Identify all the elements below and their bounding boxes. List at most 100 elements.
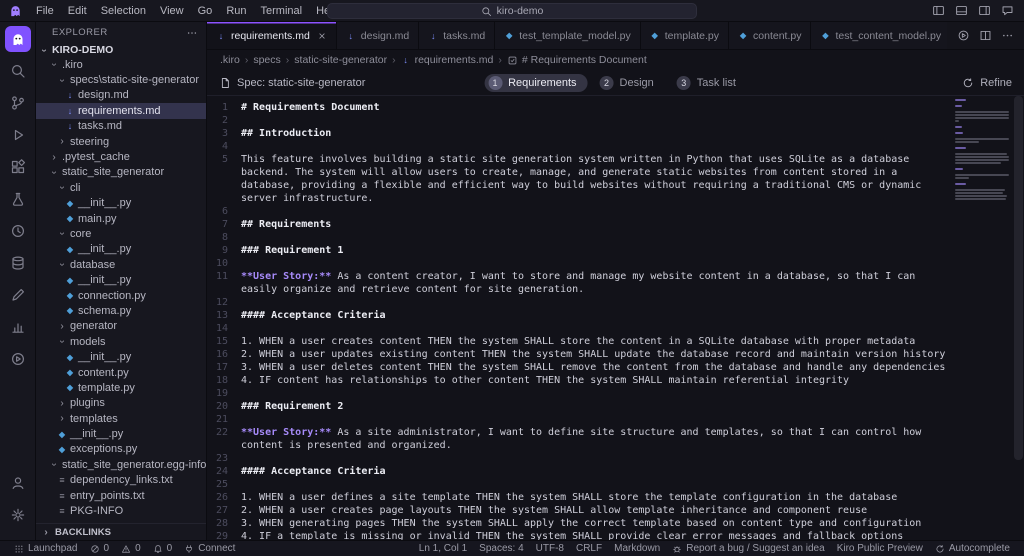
tree-item-entry-points-txt[interactable]: ≡ entry_points.txt bbox=[36, 488, 206, 503]
tree-item-init-py[interactable]: ◆ __init__.py bbox=[36, 196, 206, 211]
status-item-utf-8[interactable]: UTF-8 bbox=[530, 543, 570, 554]
tree-item-exceptions-py[interactable]: ◆ exceptions.py bbox=[36, 442, 206, 457]
status-item-crlf[interactable]: CRLF bbox=[570, 543, 608, 554]
spec-step-design[interactable]: 2 Design bbox=[596, 74, 665, 92]
vertical-scrollbar[interactable] bbox=[1013, 96, 1024, 540]
activity-account-icon[interactable] bbox=[5, 470, 31, 496]
activity-run-debug-icon[interactable] bbox=[5, 122, 31, 148]
status-item-connect[interactable]: Connect bbox=[178, 543, 241, 554]
menu-file[interactable]: File bbox=[29, 4, 61, 18]
status-item-autocomplete[interactable]: Autocomplete bbox=[929, 543, 1016, 554]
line-number: 3 bbox=[207, 127, 241, 140]
layout-left-icon[interactable] bbox=[932, 4, 945, 17]
tab-tasks-md[interactable]: ↓ tasks.md bbox=[419, 22, 495, 49]
activity-preview-icon[interactable] bbox=[5, 346, 31, 372]
activity-source-control-icon[interactable] bbox=[5, 90, 31, 116]
tree-item-connection-py[interactable]: ◆ connection.py bbox=[36, 288, 206, 303]
activity-extensions-icon[interactable] bbox=[5, 154, 31, 180]
menu-run[interactable]: Run bbox=[219, 4, 253, 18]
breadcrumb-item-specs[interactable]: specs bbox=[253, 54, 280, 66]
preview-icon[interactable] bbox=[957, 29, 970, 42]
status-item-spaces-4[interactable]: Spaces: 4 bbox=[473, 543, 529, 554]
tree-item-init-py[interactable]: ◆ __init__.py bbox=[36, 242, 206, 257]
tree-item-dependency-links-txt[interactable]: ≡ dependency_links.txt bbox=[36, 473, 206, 488]
split-icon[interactable] bbox=[979, 29, 992, 42]
menu-go[interactable]: Go bbox=[191, 4, 220, 18]
backlinks-section[interactable]: › BACKLINKS bbox=[36, 523, 206, 540]
layout-right-icon[interactable] bbox=[978, 4, 991, 17]
breadcrumb-item-kiro[interactable]: .kiro bbox=[220, 54, 240, 66]
tree-item-template-py[interactable]: ◆ template.py bbox=[36, 380, 206, 395]
tab-test-content-model-py[interactable]: ◆ test_content_model.py bbox=[811, 22, 947, 49]
refine-button[interactable]: Refine bbox=[962, 77, 1012, 89]
status-item-report-a-bug-suggest-an-idea[interactable]: Report a bug / Suggest an idea bbox=[666, 543, 830, 554]
activity-settings-icon[interactable] bbox=[5, 502, 31, 528]
tree-item-pytest-cache[interactable]: › .pytest_cache bbox=[36, 149, 206, 164]
breadcrumb-item-static-site-generator[interactable]: static-site-generator bbox=[294, 54, 387, 66]
tree-item-static-site-generator-egg-info[interactable]: › static_site_generator.egg-info bbox=[36, 457, 206, 472]
comment-icon[interactable] bbox=[1001, 4, 1014, 17]
tab-requirements-md[interactable]: ↓ requirements.md bbox=[207, 22, 337, 49]
tree-item-init-py[interactable]: ◆ __init__.py bbox=[36, 426, 206, 441]
tree-item-templates[interactable]: › templates bbox=[36, 411, 206, 426]
tree-item-tasks-md[interactable]: ↓ tasks.md bbox=[36, 119, 206, 134]
tree-item-label: database bbox=[70, 259, 115, 271]
status-item-0[interactable]: 0 bbox=[147, 543, 179, 554]
tree-item-steering[interactable]: › steering bbox=[36, 134, 206, 149]
tree-item-schema-py[interactable]: ◆ schema.py bbox=[36, 303, 206, 318]
activity-search-icon[interactable] bbox=[5, 58, 31, 84]
menu-selection[interactable]: Selection bbox=[94, 4, 153, 18]
chevron-right-icon: › bbox=[57, 136, 67, 147]
tree-item-pkg-info[interactable]: ≡ PKG-INFO bbox=[36, 503, 206, 518]
tab-content-py[interactable]: ◆ content.py bbox=[729, 22, 811, 49]
tree-item-requirements-md[interactable]: ↓ requirements.md bbox=[36, 103, 206, 118]
tab-design-md[interactable]: ↓ design.md bbox=[337, 22, 419, 49]
tree-item-models[interactable]: › models bbox=[36, 334, 206, 349]
activity-database-icon[interactable] bbox=[5, 250, 31, 276]
status-item-0[interactable]: 0 bbox=[115, 543, 147, 554]
activity-testing-icon[interactable] bbox=[5, 186, 31, 212]
minimap[interactable] bbox=[955, 99, 1011, 201]
status-item-markdown[interactable]: Markdown bbox=[608, 543, 666, 554]
tree-item-database[interactable]: › database bbox=[36, 257, 206, 272]
menu-edit[interactable]: Edit bbox=[61, 4, 94, 18]
tree-item-design-md[interactable]: ↓ design.md bbox=[36, 88, 206, 103]
status-item-ln-1-col-1[interactable]: Ln 1, Col 1 bbox=[413, 543, 473, 554]
status-item-0[interactable]: 0 bbox=[84, 543, 116, 554]
tree-item-generator[interactable]: › generator bbox=[36, 319, 206, 334]
tree-item-init-py[interactable]: ◆ __init__.py bbox=[36, 349, 206, 364]
line-number: 23 bbox=[207, 452, 241, 465]
tab-test-template-model-py[interactable]: ◆ test_template_model.py bbox=[495, 22, 640, 49]
tab-template-py[interactable]: ◆ template.py bbox=[641, 22, 729, 49]
layout-bottom-icon[interactable] bbox=[955, 4, 968, 17]
close-icon[interactable] bbox=[317, 31, 327, 41]
spec-step-task-list[interactable]: 3 Task list bbox=[673, 74, 747, 92]
tree-item-core[interactable]: › core bbox=[36, 226, 206, 241]
spec-step-requirements[interactable]: 1 Requirements bbox=[484, 74, 587, 92]
tree-item-static-site-generator[interactable]: › static_site_generator bbox=[36, 165, 206, 180]
code-editor[interactable]: 1 # Requirements Document 2 3 ## Introdu… bbox=[207, 96, 1024, 540]
scrollbar-thumb[interactable] bbox=[1014, 96, 1023, 460]
project-root-row[interactable]: › KIRO-DEMO bbox=[36, 43, 206, 57]
more-actions-icon[interactable] bbox=[186, 27, 198, 39]
tree-item-content-py[interactable]: ◆ content.py bbox=[36, 365, 206, 380]
activity-history-icon[interactable] bbox=[5, 218, 31, 244]
activity-edit-icon[interactable] bbox=[5, 282, 31, 308]
status-item-launchpad[interactable]: Launchpad bbox=[8, 543, 84, 554]
activity-kiro-icon[interactable] bbox=[5, 26, 31, 52]
tree-item-cli[interactable]: › cli bbox=[36, 180, 206, 195]
tree-item-main-py[interactable]: ◆ main.py bbox=[36, 211, 206, 226]
tree-item-plugins[interactable]: › plugins bbox=[36, 396, 206, 411]
tree-item-kiro[interactable]: › .kiro bbox=[36, 57, 206, 72]
activity-chart-icon[interactable] bbox=[5, 314, 31, 340]
tree-item-specs-static-site-generator[interactable]: › specs\static-site-generator bbox=[36, 72, 206, 87]
menu-terminal[interactable]: Terminal bbox=[254, 4, 310, 18]
tree-item-label: dependency_links.txt bbox=[70, 474, 173, 486]
menu-view[interactable]: View bbox=[153, 4, 191, 18]
status-item-kiro-public-preview[interactable]: Kiro Public Preview bbox=[831, 543, 929, 554]
breadcrumb-item-requirements-document[interactable]: # Requirements Document bbox=[507, 54, 647, 66]
tree-item-init-py[interactable]: ◆ __init__.py bbox=[36, 272, 206, 287]
breadcrumb-item-requirements-md[interactable]: ↓requirements.md bbox=[401, 54, 494, 66]
command-center-search[interactable]: kiro-demo bbox=[327, 3, 697, 19]
more-icon[interactable] bbox=[1001, 29, 1014, 42]
